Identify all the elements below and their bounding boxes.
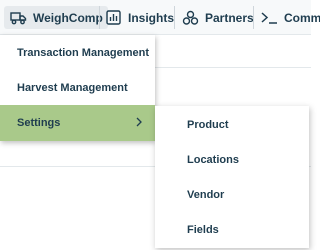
terminal-icon bbox=[260, 9, 278, 27]
nav-commands-label: Comm bbox=[284, 10, 320, 25]
weighcomp-dropdown-menu: Transaction Management Harvest Managemen… bbox=[0, 35, 155, 141]
submenu-item-locations[interactable]: Locations bbox=[155, 142, 309, 177]
submenu-item-label: Vendor bbox=[187, 188, 225, 201]
menu-item-settings[interactable]: Settings bbox=[0, 105, 155, 141]
nav-separator bbox=[253, 6, 254, 29]
partners-icon bbox=[181, 9, 199, 27]
chevron-right-icon bbox=[133, 116, 145, 128]
truck-icon bbox=[9, 9, 27, 27]
menu-item-transaction-management[interactable]: Transaction Management bbox=[0, 35, 155, 70]
submenu-item-label: Locations bbox=[187, 153, 239, 166]
nav-partners-label: Partners bbox=[205, 10, 254, 25]
submenu-item-product[interactable]: Product bbox=[155, 107, 309, 142]
submenu-item-vendor[interactable]: Vendor bbox=[155, 177, 309, 212]
top-nav: WeighComp Insights Partners Comm bbox=[0, 0, 320, 35]
submenu-item-label: Fields bbox=[187, 223, 219, 236]
nav-weighcomp-label: WeighComp bbox=[33, 10, 103, 25]
submenu-item-fields[interactable]: Fields bbox=[155, 212, 309, 247]
menu-item-label: Settings bbox=[17, 117, 61, 129]
nav-separator bbox=[174, 6, 175, 29]
nav-partners[interactable]: Partners bbox=[181, 6, 254, 29]
nav-insights[interactable]: Insights bbox=[104, 6, 174, 29]
nav-weighcomp[interactable]: WeighComp bbox=[4, 6, 108, 29]
chart-icon bbox=[104, 9, 122, 27]
menu-item-label: Transaction Management bbox=[17, 46, 150, 59]
nav-separator bbox=[99, 6, 100, 29]
menu-item-harvest-management[interactable]: Harvest Management bbox=[0, 70, 155, 105]
submenu-item-label: Product bbox=[187, 118, 229, 131]
settings-submenu: Product Locations Vendor Fields bbox=[155, 106, 309, 248]
nav-insights-label: Insights bbox=[128, 10, 175, 25]
menu-item-label: Harvest Management bbox=[17, 81, 128, 94]
nav-commands[interactable]: Comm bbox=[260, 6, 320, 29]
